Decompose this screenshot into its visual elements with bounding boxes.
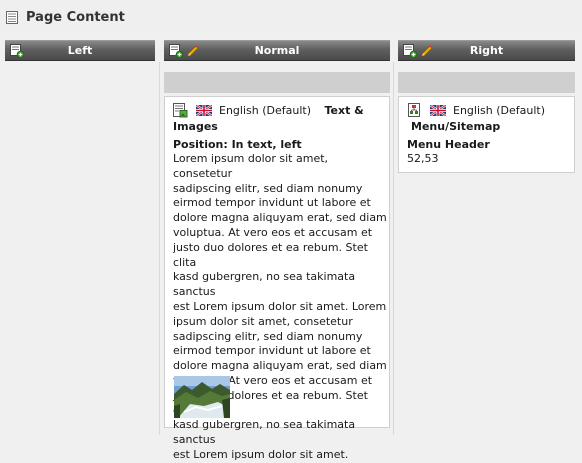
content-type-label-continued: Images bbox=[173, 120, 218, 133]
element-header: English (Default) bbox=[408, 103, 545, 118]
language-label: English (Default) bbox=[219, 103, 311, 117]
body-text-line: est Lorem ipsum dolor sit amet. bbox=[173, 447, 349, 461]
language-label: English (Default) bbox=[453, 103, 545, 117]
element-header: English (Default) Text & bbox=[173, 103, 364, 118]
content-element-text-images[interactable]: English (Default) Text & Images Position… bbox=[164, 96, 390, 461]
column-divider bbox=[159, 62, 160, 435]
position-label: Position: In text, left bbox=[173, 138, 302, 151]
column-label-left: Left bbox=[67, 44, 93, 57]
body-text-line: sadipscing elitr, sed diam nonumy bbox=[173, 329, 363, 343]
page-title: Page Content bbox=[26, 10, 125, 25]
landscape-thumbnail-image[interactable] bbox=[174, 376, 230, 418]
uk-flag-icon bbox=[429, 105, 446, 116]
content-type-label: Menu/Sitemap bbox=[411, 120, 501, 133]
field-value: 52,53 bbox=[407, 152, 439, 165]
column-label-right: Right bbox=[469, 44, 504, 57]
body-text-line: eirmod tempor invidunt ut labore et bbox=[173, 344, 371, 358]
column-header-right: Right bbox=[398, 40, 575, 61]
page-icon bbox=[6, 11, 18, 24]
body-text-line: ipsum dolor sit amet, consetetur bbox=[173, 314, 353, 328]
body-text-line: voluptua. At vero eos et accusam et bbox=[173, 225, 373, 239]
page-header: Page Content bbox=[0, 0, 582, 34]
body-text-line: justo duo dolores et ea rebum. Stet clit… bbox=[173, 240, 368, 269]
field-label: Menu Header bbox=[407, 138, 490, 151]
column-divider bbox=[393, 62, 394, 435]
text-image-icon[interactable] bbox=[173, 103, 188, 118]
body-text-line: kasd gubergren, no sea takimata sanctus bbox=[173, 270, 356, 299]
column-label-normal: Normal bbox=[254, 44, 300, 57]
body-text-line: dolore magna aliquyam erat, sed diam bbox=[173, 211, 387, 225]
body-text-line: Lorem ipsum dolor sit amet, consetetur bbox=[173, 152, 329, 180]
drop-zone-right[interactable] bbox=[398, 72, 575, 93]
content-type-label: Text & bbox=[324, 103, 364, 117]
body-text-line: est Lorem ipsum dolor sit amet. Lorem bbox=[173, 299, 387, 313]
uk-flag-icon bbox=[195, 105, 212, 116]
body-text-line: dolore magna aliquyam erat, sed diam bbox=[173, 359, 387, 373]
sitemap-icon[interactable] bbox=[408, 103, 422, 118]
column-header-normal: Normal bbox=[164, 40, 390, 61]
body-text-line: sadipscing elitr, sed diam nonumy bbox=[173, 181, 363, 195]
content-element-menu-sitemap[interactable]: English (Default) Menu/Sitemap Menu Head… bbox=[398, 96, 575, 173]
column-header-left: Left bbox=[5, 40, 155, 61]
drop-zone-normal[interactable] bbox=[164, 72, 390, 93]
body-text-line: kasd gubergren, no sea takimata sanctus bbox=[173, 418, 356, 447]
body-text-line: eirmod tempor invidunt ut labore et bbox=[173, 196, 371, 210]
